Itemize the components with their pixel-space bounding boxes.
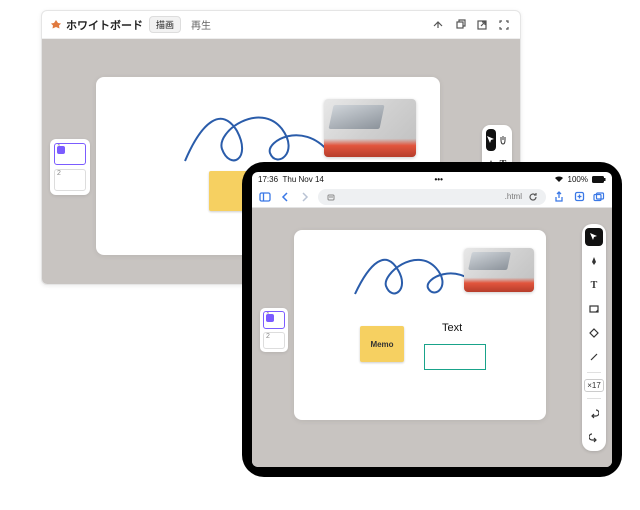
- status-time: 17:36: [258, 175, 278, 184]
- site-settings-icon[interactable]: [326, 192, 336, 202]
- ipad-screen: 17:36 Thu Nov 14 ••• 100% .html: [252, 172, 612, 467]
- text-object[interactable]: Text: [442, 322, 462, 334]
- separator: [587, 372, 601, 373]
- safari-toolbar: .html: [252, 186, 612, 208]
- window-header: ホワイトボード 描画 再生: [42, 11, 520, 39]
- ios-status-bar: 17:36 Thu Nov 14 ••• 100%: [252, 172, 612, 186]
- wifi-icon: [554, 175, 564, 183]
- status-date: Thu Nov 14: [282, 175, 323, 184]
- image-placeholder[interactable]: [464, 248, 534, 292]
- status-left: 17:36 Thu Nov 14: [258, 175, 324, 184]
- pen-tool[interactable]: [585, 252, 603, 270]
- app-logo-icon: [50, 19, 62, 31]
- page-thumb-1[interactable]: 1: [54, 143, 86, 165]
- share-icon[interactable]: [430, 17, 446, 33]
- share-icon[interactable]: [552, 190, 566, 204]
- back-icon[interactable]: [278, 190, 292, 204]
- status-right: 100%: [554, 175, 606, 184]
- sidebar-icon[interactable]: [258, 190, 272, 204]
- forward-icon[interactable]: [298, 190, 312, 204]
- text-tool[interactable]: T: [585, 276, 603, 294]
- url-field[interactable]: .html: [318, 189, 546, 205]
- page-thumb-2[interactable]: 2: [263, 332, 285, 350]
- page-thumbnails: 1 2: [260, 308, 288, 352]
- redo-icon[interactable]: [585, 429, 603, 447]
- url-suffix: .html: [505, 192, 522, 201]
- cursor-tool[interactable]: [486, 129, 496, 151]
- cursor-tool[interactable]: [585, 228, 603, 246]
- whiteboard-canvas[interactable]: Memo Text: [294, 230, 546, 420]
- separator: [587, 398, 601, 399]
- tabs-icon[interactable]: [592, 190, 606, 204]
- reload-icon[interactable]: [528, 192, 538, 202]
- hand-tool[interactable]: [498, 129, 508, 151]
- fullscreen-icon[interactable]: [496, 17, 512, 33]
- ipad-device: 17:36 Thu Nov 14 ••• 100% .html: [242, 162, 622, 477]
- subtitle-label[interactable]: 再生: [191, 17, 211, 32]
- battery-pct: 100%: [568, 175, 588, 184]
- duplicate-icon[interactable]: [452, 17, 468, 33]
- ipad-body: 1 2 Memo Text T ×17: [252, 208, 612, 467]
- mode-tag[interactable]: 描画: [149, 16, 181, 33]
- tool-palette: T ×17: [582, 224, 606, 451]
- open-icon[interactable]: [474, 17, 490, 33]
- title-label: ホワイトボード: [66, 17, 143, 33]
- shape-tool[interactable]: [585, 324, 603, 342]
- undo-icon[interactable]: [585, 405, 603, 423]
- battery-icon: [592, 176, 606, 183]
- image-placeholder[interactable]: [324, 99, 416, 157]
- app-title: ホワイトボード: [50, 17, 143, 33]
- status-dots: •••: [434, 175, 442, 184]
- zoom-counter[interactable]: ×17: [584, 379, 604, 392]
- line-tool[interactable]: [585, 348, 603, 366]
- page-thumb-1[interactable]: 1: [263, 311, 285, 329]
- note-tool[interactable]: [585, 300, 603, 318]
- page-thumbnails: 1 2: [50, 139, 90, 195]
- sticky-note[interactable]: Memo: [360, 326, 404, 362]
- page-thumb-2[interactable]: 2: [54, 169, 86, 191]
- selection-rectangle[interactable]: [424, 344, 486, 370]
- new-tab-icon[interactable]: [572, 190, 586, 204]
- ink-stroke: [352, 244, 482, 308]
